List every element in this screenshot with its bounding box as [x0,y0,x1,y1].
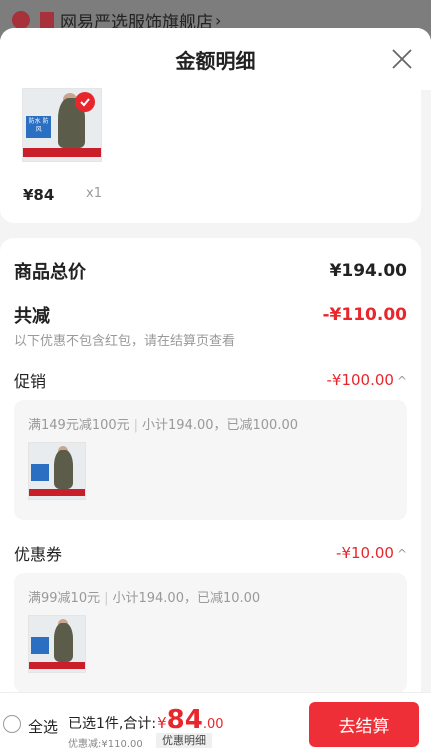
waterproof-badge [31,637,50,655]
chevron-up-icon: ^ [396,374,407,388]
coupon-product-thumbnail[interactable] [28,615,86,673]
discount-detail-button[interactable]: 优惠明细 [156,733,212,748]
reduce-value: -¥110.00 [322,305,408,325]
total-row: 商品总价 ¥194.00 [14,258,407,284]
selected-count-text: 已选1件,合计: [68,716,157,732]
promo-detail-line: 满149元减100元 | 小计194.00，已减100.00 [28,414,298,433]
chevron-up-icon: ^ [396,547,407,561]
item-card: 防水 防风 ¥84 x1 [0,88,421,223]
promo-rule: 满149元减100元 [28,418,130,433]
total-value: ¥194.00 [329,261,407,281]
coupon-panel: 满99减10元 | 小计194.00，已减10.00 [14,573,407,693]
amount-integer: 84 [166,705,203,735]
model-figure [54,449,74,489]
model-figure [54,622,74,662]
divider: | [104,591,109,606]
promo-ribbon [23,148,101,157]
promo-panel: 满149元减100元 | 小计194.00，已减100.00 [14,400,407,520]
promo-row[interactable]: 促销 -¥100.00 ^ [14,368,407,392]
reduce-row: 共减 -¥110.00 [14,302,407,328]
chevron-right-icon: › [215,10,222,30]
total-summary: 已选1件,合计: ¥ 84 .00 [68,705,224,735]
sheet-title: 金额明细 [175,48,256,73]
reduce-label: 共减 [14,306,50,327]
promo-ribbon [29,488,85,496]
item-quantity: x1 [86,186,102,201]
promo-value: -¥100.00 [326,371,394,389]
waterproof-badge [31,464,50,482]
select-all-radio[interactable] [3,715,21,733]
coupon-value-wrap: -¥10.00 ^ [336,544,407,562]
amount-summary-card: 商品总价 ¥194.00 共减 -¥110.00 以下优惠不包含红包，请在结算页… [0,238,421,748]
currency-symbol: ¥ [157,714,167,732]
promo-label: 促销 [14,372,47,391]
store-logo-icon [40,12,54,28]
discount-amount: 优惠减:¥110.00 [68,739,143,748]
coupon-row[interactable]: 优惠券 -¥10.00 ^ [14,541,407,565]
coupon-rule: 满99减10元 [28,591,101,606]
promo-product-thumbnail[interactable] [28,442,86,500]
close-icon[interactable] [391,48,413,70]
selected-check-icon [75,92,95,112]
discount-hint: 以下优惠不包含红包，请在结算页查看 [14,334,236,349]
promo-detail: 小计194.00，已减100.00 [142,418,299,433]
sheet-header: 金额明细 [0,28,431,90]
coupon-value: -¥10.00 [336,544,394,562]
coupon-label: 优惠券 [14,545,63,564]
waterproof-badge: 防水 防风 [26,116,52,138]
coupon-detail: 小计194.00，已减10.00 [112,591,261,606]
select-all-label[interactable]: 全选 [28,716,58,737]
item-price: ¥84 [23,186,55,204]
store-check-icon [12,11,30,29]
divider: | [133,418,139,433]
promo-ribbon [29,661,85,669]
checkout-button[interactable]: 去结算 [309,702,419,747]
checkout-bar: 全选 已选1件,合计: ¥ 84 .00 优惠减:¥110.00 优惠明细 去结… [0,692,431,748]
promo-value-wrap: -¥100.00 ^ [326,371,407,389]
coupon-detail-line: 满99减10元 | 小计194.00，已减10.00 [28,587,260,606]
amount-detail-sheet: 金额明细 防水 防风 ¥84 x1 商品总价 ¥194.00 共减 -¥110.… [0,28,431,748]
amount-decimal: .00 [202,717,224,732]
total-label: 商品总价 [14,262,86,283]
